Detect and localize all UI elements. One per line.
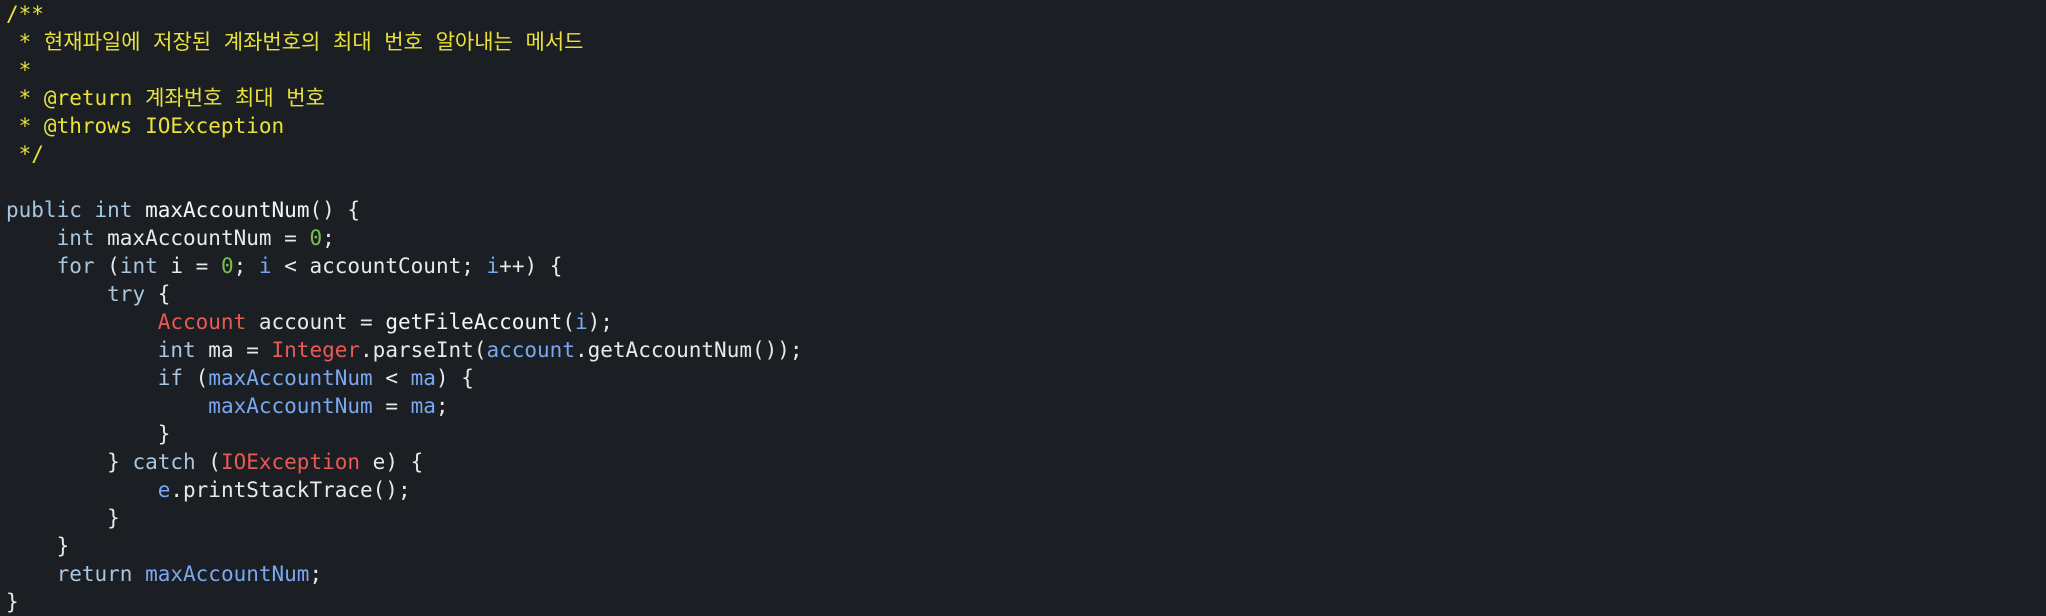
code-token: public: [6, 198, 82, 222]
code-line: * 현재파일에 저장된 계좌번호의 최대 번호 알아내는 메서드: [6, 28, 2046, 56]
code-line: * @return 계좌번호 최대 번호: [6, 84, 2046, 112]
code-token: }: [6, 506, 120, 530]
code-token: int: [56, 226, 95, 250]
code-line: return maxAccountNum;: [6, 560, 2046, 588]
code-token: account: [486, 338, 575, 362]
code-token: ) {: [435, 366, 474, 390]
code-line: int ma = Integer.parseInt(account.getAcc…: [6, 336, 2046, 364]
code-token: i: [486, 254, 500, 278]
code-token: account =: [246, 310, 386, 334]
code-token: return: [56, 562, 133, 586]
code-token: * @throws IOException: [6, 114, 285, 138]
code-token: ;: [435, 394, 449, 418]
code-token: i: [574, 310, 588, 334]
code-token: ma: [410, 366, 436, 390]
code-line: try {: [6, 280, 2046, 308]
code-token: maxAccountNum =: [94, 226, 310, 250]
code-token: ;: [309, 562, 323, 586]
code-token: *: [6, 58, 32, 82]
code-token: int: [157, 338, 196, 362]
code-token: IOException: [220, 450, 361, 474]
code-line: }: [6, 588, 2046, 616]
code-token: Integer: [271, 338, 361, 362]
code-token: .printStackTrace();: [170, 478, 411, 502]
code-token: if: [157, 366, 184, 390]
code-token: e: [157, 478, 171, 502]
code-token: try: [107, 282, 146, 306]
code-token: ma: [410, 394, 436, 418]
code-token: }: [6, 534, 70, 558]
code-token: int: [94, 198, 133, 222]
code-token: ;: [322, 226, 335, 250]
code-line: /**: [6, 0, 2046, 28]
code-token: (: [94, 254, 120, 278]
code-token: maxAccountNum: [145, 198, 310, 222]
code-line: for (int i = 0; i < accountCount; i++) {: [6, 252, 2046, 280]
code-token: maxAccountNum: [145, 562, 310, 586]
code-line: *: [6, 56, 2046, 84]
code-token: }: [6, 590, 19, 614]
code-token: }: [6, 450, 133, 474]
code-token: maxAccountNum: [208, 394, 373, 418]
code-token: ;: [233, 254, 259, 278]
code-line: maxAccountNum = ma;: [6, 392, 2046, 420]
code-token: }: [6, 422, 171, 446]
code-token: ma =: [195, 338, 272, 362]
code-editor[interactable]: /** * 현재파일에 저장된 계좌번호의 최대 번호 알아내는 메서드 * *…: [0, 0, 2046, 616]
code-line: }: [6, 532, 2046, 560]
code-line: public int maxAccountNum() {: [6, 196, 2046, 224]
code-token: */: [6, 142, 44, 166]
code-token: < accountCount;: [271, 254, 487, 278]
code-line: int maxAccountNum = 0;: [6, 224, 2046, 252]
code-line: }: [6, 504, 2046, 532]
code-token: getFileAccount: [385, 310, 563, 334]
code-token: =: [372, 394, 411, 418]
code-token: {: [145, 282, 171, 306]
code-token: (: [183, 366, 209, 390]
code-line: if (maxAccountNum < ma) {: [6, 364, 2046, 392]
code-token: Account: [157, 310, 247, 334]
code-line: e.printStackTrace();: [6, 476, 2046, 504]
code-token: * 현재파일에 저장된 계좌번호의 최대 번호 알아내는 메서드: [6, 30, 584, 54]
code-token: maxAccountNum: [208, 366, 373, 390]
code-token: e) {: [360, 450, 424, 474]
code-token: i: [258, 254, 272, 278]
code-line: */: [6, 140, 2046, 168]
code-token: () {: [309, 198, 361, 222]
code-line: }: [6, 420, 2046, 448]
code-token: * @return 계좌번호 최대 번호: [6, 86, 325, 110]
code-token: /**: [6, 2, 44, 26]
code-token: i =: [157, 254, 221, 278]
code-line: Account account = getFileAccount(i);: [6, 308, 2046, 336]
code-token: .getAccountNum());: [574, 338, 803, 362]
code-token: 0: [309, 226, 323, 250]
code-token: for: [56, 254, 95, 278]
code-token: );: [587, 310, 613, 334]
code-token: catch: [132, 450, 196, 474]
code-token: (: [195, 450, 221, 474]
code-token: .parseInt(: [360, 338, 487, 362]
code-token: (: [562, 310, 575, 334]
code-token: <: [372, 366, 411, 390]
code-token: int: [119, 254, 158, 278]
code-line: * @throws IOException: [6, 112, 2046, 140]
code-token: ++) {: [499, 254, 563, 278]
code-block[interactable]: /** * 현재파일에 저장된 계좌번호의 최대 번호 알아내는 메서드 * *…: [0, 0, 2046, 616]
code-line: } catch (IOException e) {: [6, 448, 2046, 476]
code-token: 0: [220, 254, 234, 278]
